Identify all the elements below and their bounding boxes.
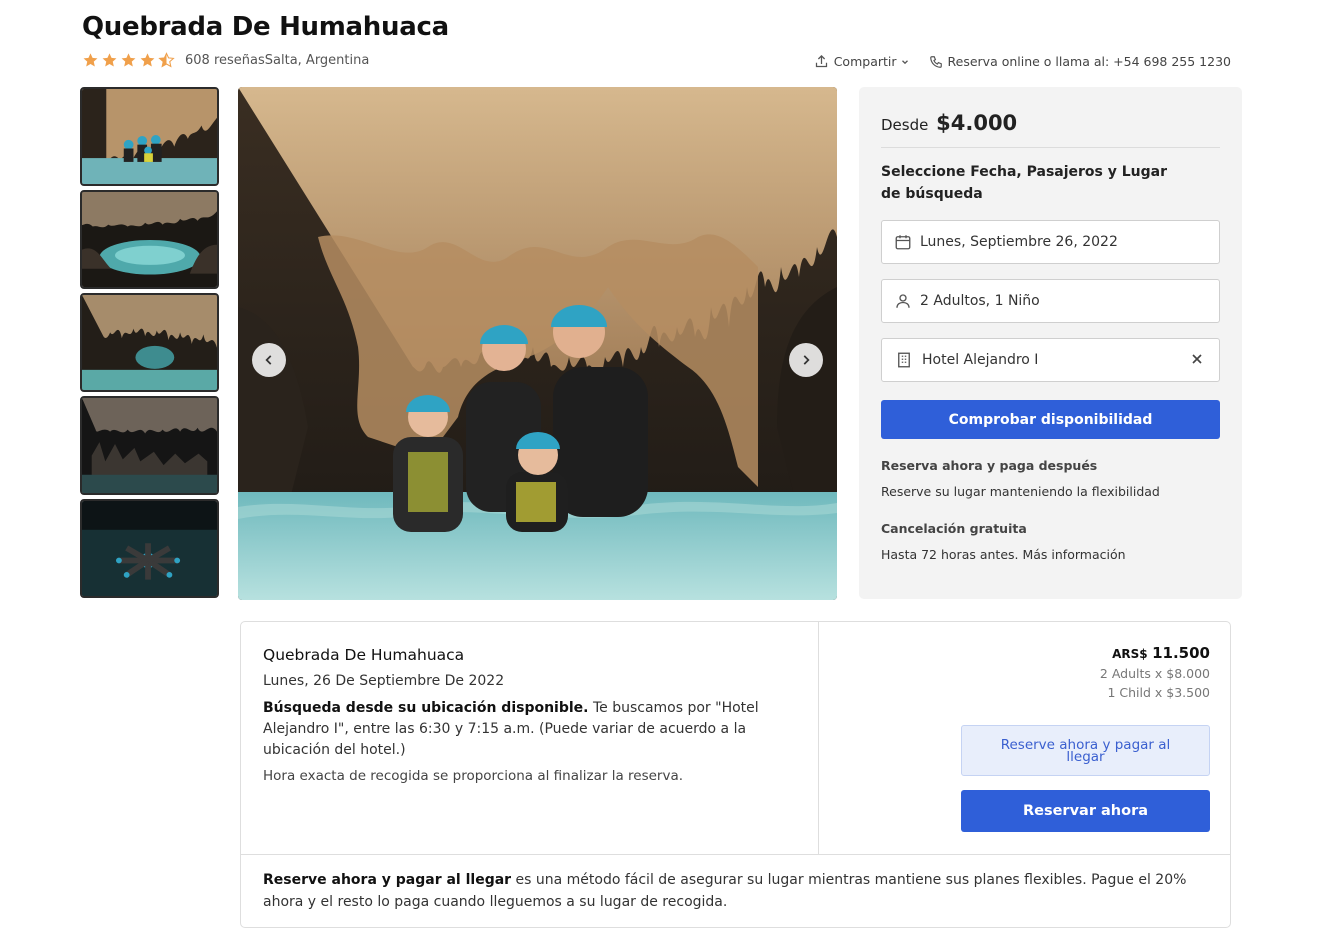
call-link[interactable]: Reserva online o llama al: +54 698 255 1… [929, 54, 1231, 69]
pickup-note: Hora exacta de recogida se proporciona a… [263, 768, 684, 784]
cave-photo [238, 87, 837, 600]
summary-title: Quebrada De Humahuaca [263, 646, 465, 664]
cancellation-text-row: Hasta 72 horas antes. Más información [881, 547, 1220, 562]
reserve-later-text: Reserve su lugar manteniendo la flexibil… [881, 484, 1160, 499]
star-icon [140, 53, 155, 67]
price-line: Desde $4.000 [881, 111, 1220, 148]
review-count[interactable]: 608 reseñas [185, 53, 265, 68]
summary-date: Lunes, 26 De Septiembre De 2022 [263, 673, 505, 689]
call-label: Reserva online o llama al: +54 698 255 1… [947, 54, 1231, 69]
thumbnail-strip [80, 87, 219, 602]
footer-bold: Reserve ahora y pagar al llegar [263, 872, 512, 888]
share-label: Compartir [833, 54, 897, 69]
hotel-field[interactable]: Hotel Alejandro I [881, 338, 1220, 382]
cave-photo-thumbnail [82, 398, 217, 493]
star-icon [121, 53, 136, 67]
calendar-icon [895, 235, 911, 250]
more-info-link[interactable]: Más información [1022, 547, 1125, 562]
thumbnail-5[interactable] [80, 499, 219, 598]
pickup-info: Búsqueda desde su ubicación disponible. … [263, 698, 796, 761]
user-icon [896, 294, 910, 308]
next-photo-button[interactable] [789, 343, 823, 377]
close-icon [1192, 354, 1202, 364]
chevron-left-icon [265, 355, 272, 365]
total-value: 11.500 [1152, 644, 1210, 662]
star-rating [82, 52, 177, 69]
price-value: $4.000 [936, 111, 1018, 135]
cave-photo-thumbnail [82, 501, 217, 596]
thumbnail-3[interactable] [80, 293, 219, 392]
cancellation-text: Hasta 72 horas antes. [881, 547, 1019, 562]
summary-footer: Reserve ahora y pagar al llegar es una m… [241, 854, 1230, 927]
total-price: ARS$ 11.500 [820, 644, 1210, 662]
cave-photo-thumbnail [82, 295, 217, 390]
guests-field[interactable]: 2 Adultos, 1 Niño [881, 279, 1220, 323]
chevron-down-icon [901, 59, 908, 64]
booking-summary: Quebrada De Humahuaca Lunes, 26 De Septi… [240, 621, 1231, 928]
main-photo [238, 87, 837, 600]
thumbnail-1[interactable] [80, 87, 219, 186]
reserve-pay-later-button[interactable]: Reserve ahora y pagar al llegar [961, 725, 1210, 776]
reserve-later-title: Reserva ahora y paga después [881, 458, 1098, 473]
date-value: Lunes, Septiembre 26, 2022 [920, 234, 1118, 250]
building-icon [898, 352, 910, 368]
guests-value: 2 Adultos, 1 Niño [920, 293, 1040, 309]
phone-icon [929, 55, 942, 68]
thumbnail-2[interactable] [80, 190, 219, 289]
share-button[interactable]: Compartir [814, 54, 915, 69]
cancellation-title: Cancelación gratuita [881, 521, 1027, 536]
share-icon [815, 54, 827, 68]
previous-photo-button[interactable] [252, 343, 286, 377]
pickup-bold: Búsqueda desde su ubicación disponible. [263, 700, 589, 716]
hotel-value: Hotel Alejandro I [922, 352, 1039, 368]
summary-pricing: ARS$ 11.500 2 Adults x $8.000 1 Child x … [820, 622, 1230, 854]
child-line: 1 Child x $3.500 [1107, 685, 1210, 700]
header-actions: Compartir Reserva online o llama al: +54… [800, 54, 1231, 69]
check-availability-button[interactable]: Comprobar disponibilidad [881, 400, 1220, 439]
date-field[interactable]: Lunes, Septiembre 26, 2022 [881, 220, 1220, 264]
star-icon [83, 53, 98, 67]
cave-photo-thumbnail [82, 89, 217, 184]
star-icon [102, 53, 117, 67]
clear-hotel-button[interactable] [1189, 351, 1205, 371]
half-star-icon [158, 52, 175, 68]
thumbnail-4[interactable] [80, 396, 219, 495]
adults-line: 2 Adults x $8.000 [1099, 666, 1210, 681]
page-title: Quebrada De Humahuaca [82, 12, 449, 42]
cave-photo-thumbnail [82, 192, 217, 287]
currency-label: ARS$ [1112, 647, 1148, 661]
book-now-button[interactable]: Reservar ahora [961, 790, 1210, 832]
booking-panel: Desde $4.000 Seleccione Fecha, Pasajeros… [859, 87, 1242, 599]
booking-select-title: Seleccione Fecha, Pasajeros y Lugar de b… [881, 164, 1168, 202]
chevron-right-icon [803, 355, 810, 365]
summary-details: Quebrada De Humahuaca Lunes, 26 De Septi… [241, 622, 819, 854]
location-label: Salta, Argentina [264, 53, 370, 68]
rating-row: 608 reseñas Salta, Argentina [82, 52, 369, 69]
price-prefix: Desde [881, 116, 929, 134]
